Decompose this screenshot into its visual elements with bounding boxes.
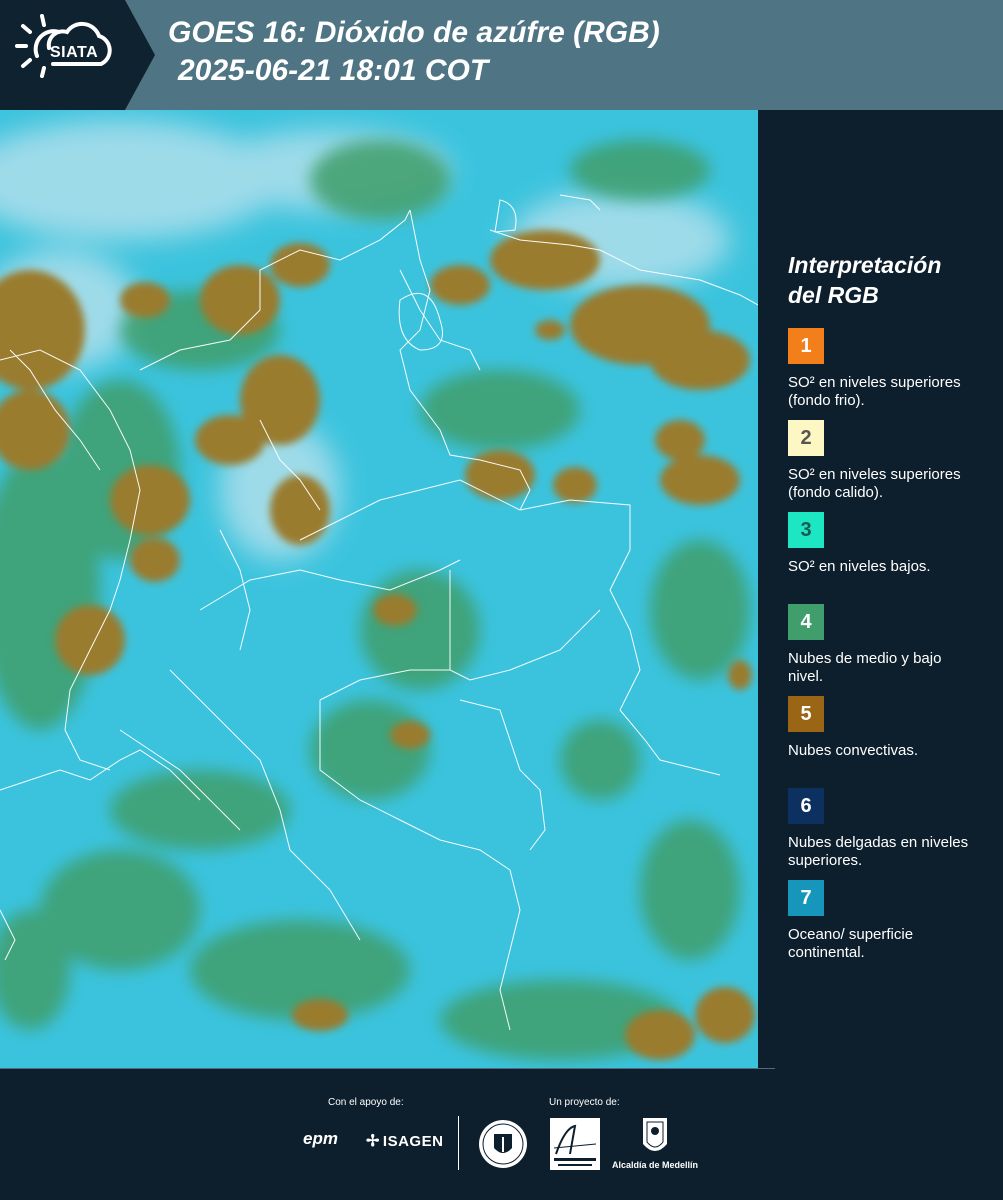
legend-description: SO² en niveles superiores (fondo calido)… bbox=[788, 466, 961, 501]
project-label: Un proyecto de: bbox=[549, 1097, 620, 1108]
page-title: GOES 16: Dióxido de azúfre (RGB) bbox=[168, 16, 660, 49]
legend-description: SO² en niveles superiores (fondo frio). bbox=[788, 374, 961, 409]
legend-item: 2 SO² en niveles superiores (fondo calido… bbox=[788, 420, 988, 512]
legend-swatch: 3 bbox=[788, 512, 824, 548]
legend-swatch: 6 bbox=[788, 788, 824, 824]
epm-logo: epm bbox=[303, 1129, 338, 1148]
medellin-seal-icon bbox=[479, 1120, 527, 1168]
isagen-logo: ✢ ISAGEN bbox=[366, 1131, 443, 1151]
logo-text: SIATA bbox=[50, 44, 99, 61]
satellite-map[interactable] bbox=[0, 110, 758, 1068]
legend-title-line2: del RGB bbox=[788, 282, 879, 308]
legend-items: 1 SO² en niveles superiores (fondo frio).… bbox=[788, 328, 988, 972]
legend-title: Interpretación del RGB bbox=[788, 250, 988, 310]
isagen-mark-icon: ✢ bbox=[366, 1133, 380, 1150]
legend-description: Nubes de medio y bajo nivel. bbox=[788, 650, 942, 685]
legend-title-line1: Interpretación bbox=[788, 252, 942, 278]
legend-item: 7 Oceano/ superficie continental. bbox=[788, 880, 988, 972]
legend-swatch: 4 bbox=[788, 604, 824, 640]
footer-divider-line bbox=[0, 1068, 775, 1069]
legend-item: 6 Nubes delgadas en niveles superiores. bbox=[788, 788, 988, 880]
alcaldia-text: Alcaldía de Medellín bbox=[612, 1160, 699, 1170]
area-metropolitana-logo bbox=[550, 1118, 600, 1170]
legend-item: 5 Nubes convectivas. bbox=[788, 696, 988, 788]
legend-swatch: 7 bbox=[788, 880, 824, 916]
legend-swatch: 2 bbox=[788, 420, 824, 456]
legend-item: 1 SO² en niveles superiores (fondo frio). bbox=[788, 328, 988, 420]
legend-swatch: 1 bbox=[788, 328, 824, 364]
area-metropolitana-icon bbox=[553, 1124, 597, 1166]
legend-item: 4 Nubes de medio y bajo nivel. bbox=[788, 604, 988, 696]
legend-description: SO² en niveles bajos. bbox=[788, 558, 931, 575]
header-bar: SIATA GOES 16: Dióxido de azúfre (RGB) 2… bbox=[0, 0, 1003, 110]
legend-item: 3 SO² en niveles bajos. bbox=[788, 512, 988, 604]
legend-swatch: 5 bbox=[788, 696, 824, 732]
page-timestamp: 2025-06-21 18:01 COT bbox=[178, 54, 489, 87]
satellite-image bbox=[0, 110, 758, 1068]
footer-vertical-divider bbox=[458, 1116, 459, 1170]
support-label: Con el apoyo de: bbox=[328, 1097, 404, 1108]
siata-logo: SIATA bbox=[0, 0, 155, 110]
isagen-text: ISAGEN bbox=[382, 1133, 444, 1150]
alcaldia-shield-icon bbox=[643, 1118, 667, 1151]
legend-description: Nubes convectivas. bbox=[788, 742, 919, 759]
legend-panel: Interpretación del RGB 1 SO² en niveles s… bbox=[788, 250, 988, 972]
legend-description: Nubes delgadas en niveles superiores. bbox=[788, 834, 969, 869]
legend-description: Oceano/ superficie continental. bbox=[788, 926, 914, 961]
